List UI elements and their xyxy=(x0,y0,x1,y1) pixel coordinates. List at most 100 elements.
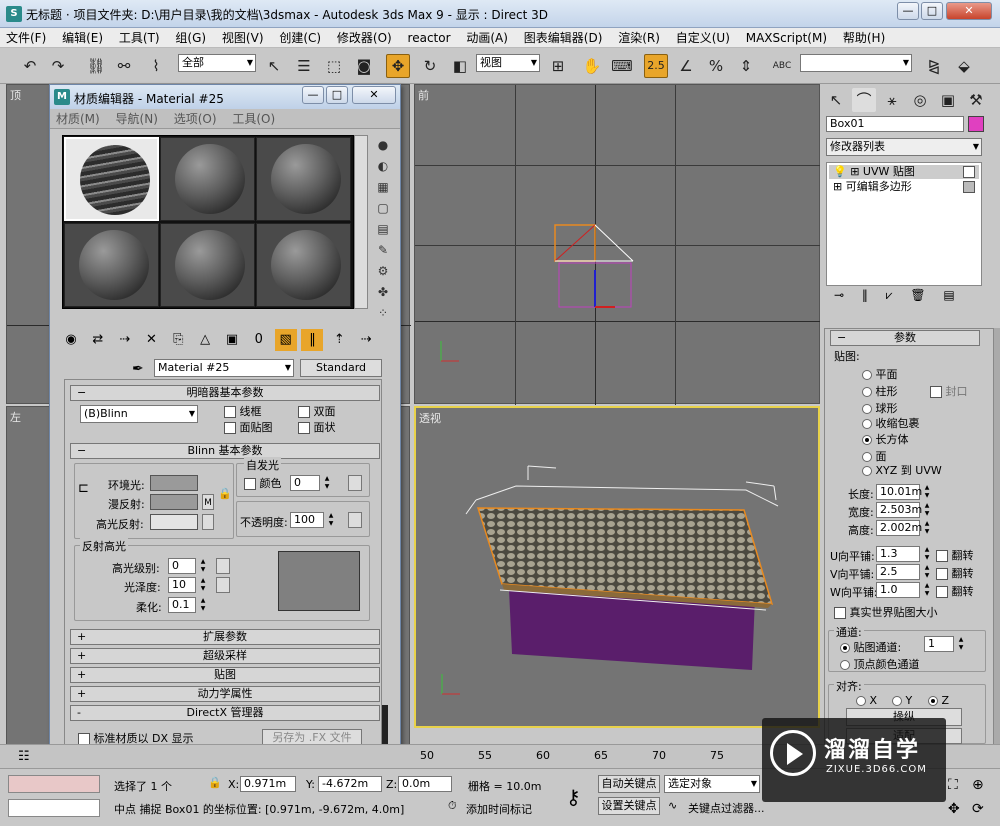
faceted-checkbox[interactable] xyxy=(298,422,310,434)
vertex-color-option[interactable]: 顶点颜色通道 xyxy=(840,656,920,672)
get-material-icon[interactable]: ◉ xyxy=(60,329,82,351)
wire-option[interactable]: 线框 xyxy=(224,403,262,419)
map-channel-spinner[interactable]: ▲ ▼ xyxy=(956,636,966,652)
video-color-check-icon[interactable]: ▤ xyxy=(373,219,393,239)
material-editor-titlebar[interactable]: M 材质编辑器 - Material #25 — □ ✕ xyxy=(50,85,400,109)
background-icon[interactable]: ▦ xyxy=(373,177,393,197)
sample-slot[interactable] xyxy=(256,137,351,221)
cap-checkbox[interactable] xyxy=(930,386,942,398)
w-tile-spinner[interactable]: ▲ ▼ xyxy=(922,582,932,598)
move-icon[interactable]: ✥ xyxy=(386,54,410,78)
select-by-material-icon[interactable]: ✤ xyxy=(373,282,393,302)
radio-spherical[interactable] xyxy=(862,404,872,414)
self-illum-spinner[interactable]: ▲ ▼ xyxy=(322,475,332,491)
opacity-spinner[interactable]: ▲ ▼ xyxy=(326,512,336,528)
snap-toggle-icon[interactable]: 2.5 xyxy=(644,54,668,78)
z-coord-field[interactable]: 0.0m xyxy=(398,776,452,792)
rotate-icon[interactable]: ↻ xyxy=(418,54,442,78)
radio-xyz-uvw[interactable] xyxy=(862,466,872,476)
maps-rollout[interactable]: + 贴图 xyxy=(70,667,380,683)
medit-menu-options[interactable]: 选项(O) xyxy=(168,109,223,129)
map-channel-radio[interactable] xyxy=(840,643,850,653)
x-coord-field[interactable]: 0.971m xyxy=(240,776,296,792)
auto-key-button[interactable]: 自动关键点 xyxy=(598,775,660,793)
create-tab-icon[interactable]: ↖ xyxy=(824,88,848,112)
options-icon[interactable]: ⚙ xyxy=(373,261,393,281)
modify-tab-icon[interactable]: ⌒ xyxy=(852,88,876,112)
redo-icon[interactable]: ↷ xyxy=(46,54,70,78)
menu-group[interactable]: 组(G) xyxy=(169,28,212,48)
stack-item-uvw[interactable]: 💡 ⊞ UVW 贴图 xyxy=(829,165,979,179)
key-filters-button[interactable]: 关键点过滤器... xyxy=(688,800,765,816)
align-x-option[interactable]: X xyxy=(856,694,877,707)
y-coord-field[interactable]: -4.672m xyxy=(318,776,382,792)
zoom-extents-icon[interactable]: ⛶ xyxy=(948,777,958,793)
close-button[interactable]: ✕ xyxy=(946,2,992,20)
show-map-icon[interactable]: ▧ xyxy=(274,329,297,351)
material-navigator-icon[interactable]: ⁘ xyxy=(373,303,393,323)
object-name-field[interactable]: Box01 xyxy=(826,116,964,132)
window-crossing-icon[interactable]: ◙ xyxy=(352,54,376,78)
height-spinner[interactable]: ▲ ▼ xyxy=(922,520,932,536)
sample-slot[interactable] xyxy=(64,223,159,307)
directx-manager-rollout[interactable]: - DirectX 管理器 xyxy=(70,705,380,721)
glossiness-map-button[interactable] xyxy=(216,577,230,593)
medit-menu-navigation[interactable]: 导航(N) xyxy=(110,109,164,129)
w-flip-option[interactable]: 翻转 xyxy=(936,583,974,599)
glossiness-value[interactable]: 10 xyxy=(168,577,196,593)
u-flip-option[interactable]: 翻转 xyxy=(936,547,974,563)
radio-face[interactable] xyxy=(862,452,872,462)
map-shrink-wrap[interactable]: 收缩包裹 xyxy=(862,415,920,431)
w-tile-field[interactable]: 1.0 xyxy=(876,582,920,598)
align-z-radio[interactable] xyxy=(928,696,938,706)
v-tile-spinner[interactable]: ▲ ▼ xyxy=(922,564,932,580)
angle-snap-icon[interactable]: ∠ xyxy=(674,54,698,78)
align-icon[interactable]: ⬙ xyxy=(952,54,976,78)
map-xyz-to-uvw[interactable]: XYZ 到 UVW xyxy=(862,462,942,478)
extended-params-rollout[interactable]: + 扩展参数 xyxy=(70,629,380,645)
select-arrow-icon[interactable]: ↖ xyxy=(262,54,286,78)
configure-sets-icon[interactable]: ▤ xyxy=(943,288,954,302)
spec-level-spinner[interactable]: ▲ ▼ xyxy=(198,558,208,574)
lock-icon[interactable]: 🔒 xyxy=(218,487,232,500)
maximize-button[interactable]: □ xyxy=(921,2,943,20)
map-channel-field[interactable]: 1 xyxy=(924,636,954,652)
stack-item-uvw-toggle[interactable] xyxy=(963,166,975,178)
minimize-button[interactable]: — xyxy=(897,2,919,20)
radio-cylindrical[interactable] xyxy=(862,387,872,397)
unlink-icon[interactable]: ⚯ xyxy=(112,54,136,78)
key-filter-icon[interactable]: ∿ xyxy=(668,799,677,812)
put-to-scene-icon[interactable]: ⇄ xyxy=(87,329,109,351)
self-illum-map-button[interactable] xyxy=(348,475,362,491)
v-tile-field[interactable]: 2.5 xyxy=(876,564,920,580)
material-type-button[interactable]: Standard xyxy=(300,359,382,377)
diffuse-swatch[interactable] xyxy=(150,494,198,510)
put-to-library-icon[interactable]: ▣ xyxy=(221,329,243,351)
viewport-perspective[interactable]: 透视 xyxy=(414,406,820,728)
stack-item-editable-poly[interactable]: ⊞ 可编辑多边形 xyxy=(829,180,979,194)
medit-menu-utilities[interactable]: 工具(O) xyxy=(226,109,281,129)
real-world-checkbox[interactable] xyxy=(834,607,846,619)
width-field[interactable]: 2.503m xyxy=(876,502,922,518)
set-key-icon[interactable]: ⚷ xyxy=(566,785,581,809)
supersampling-rollout[interactable]: + 超级采样 xyxy=(70,648,380,664)
orbit-icon[interactable]: ⟳ xyxy=(972,801,984,817)
map-box[interactable]: 长方体 xyxy=(862,431,909,447)
menu-file[interactable]: 文件(F) xyxy=(0,28,52,48)
u-tile-field[interactable]: 1.3 xyxy=(876,546,920,562)
make-unique-icon[interactable]: △ xyxy=(194,329,216,351)
face-map-option[interactable]: 面贴图 xyxy=(224,419,273,435)
soften-value[interactable]: 0.1 xyxy=(168,597,196,613)
cap-option[interactable]: 封口 xyxy=(930,383,968,399)
utilities-tab-icon[interactable]: ⚒ xyxy=(964,88,988,112)
rect-selection-icon[interactable]: ⬚ xyxy=(322,54,346,78)
modifier-list-dropdown[interactable]: 修改器列表 xyxy=(826,138,982,156)
hierarchy-tab-icon[interactable]: ⚹ xyxy=(880,88,904,112)
material-id-icon[interactable]: 0 xyxy=(248,329,270,351)
menu-create[interactable]: 创建(C) xyxy=(273,28,327,48)
align-x-radio[interactable] xyxy=(856,696,866,706)
pivot-center-icon[interactable]: ⊞ xyxy=(546,54,570,78)
slots-scrollbar[interactable] xyxy=(354,135,368,309)
self-illum-color-option[interactable]: 颜色 xyxy=(244,475,282,491)
menu-maxscript[interactable]: MAXScript(M) xyxy=(740,28,833,48)
